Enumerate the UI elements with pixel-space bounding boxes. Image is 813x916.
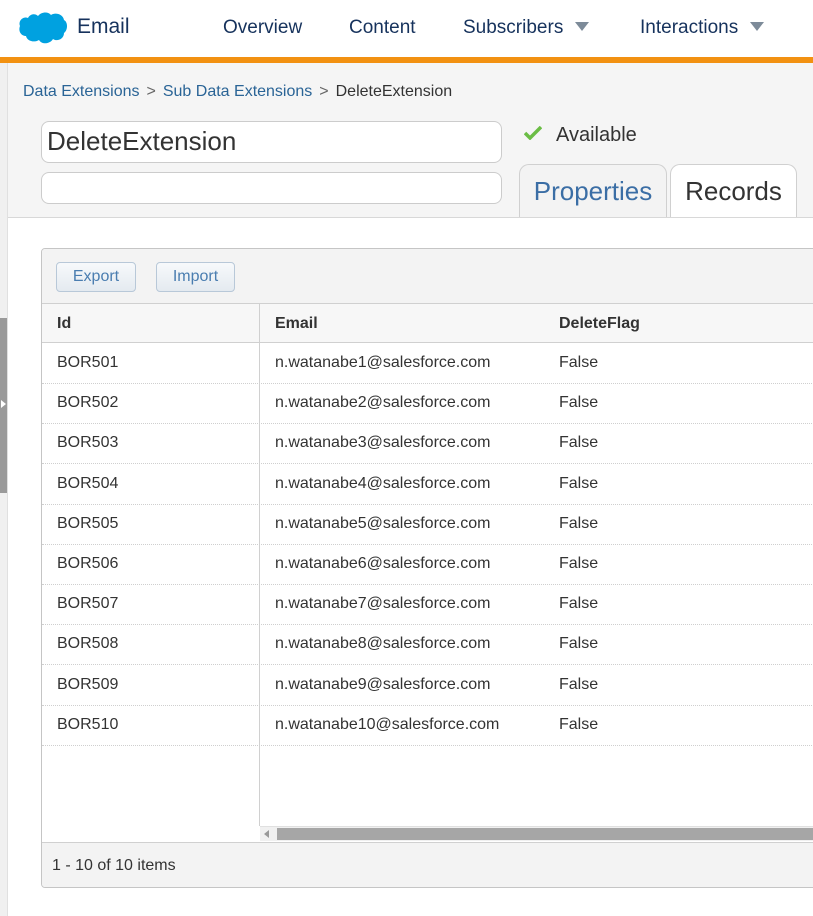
breadcrumb-separator: > [319, 83, 329, 100]
pager-summary: 1 - 10 of 10 items [52, 857, 176, 874]
tab-records[interactable]: Records [670, 164, 797, 218]
cell-id: BOR509 [57, 675, 119, 693]
cell-id: BOR506 [57, 555, 119, 572]
breadcrumb-separator: > [146, 83, 156, 100]
header-divider [8, 217, 813, 218]
export-button[interactable]: Export [56, 262, 136, 292]
cell-deleteflag: False [559, 354, 599, 371]
cell-email: n.watanabe5@salesforce.com [275, 514, 491, 532]
column-divider [259, 304, 260, 826]
cell-deleteflag: False [559, 514, 599, 532]
cell-id: BOR510 [57, 715, 119, 733]
table-row[interactable]: BOR506 n.watanabe6@salesforce.com False [42, 545, 813, 585]
cell-email: n.watanabe4@salesforce.com [275, 474, 491, 492]
cell-deleteflag: False [559, 474, 599, 492]
table-row[interactable]: BOR501 n.watanabe1@salesforce.com False [42, 344, 813, 384]
cell-deleteflag: False [559, 715, 599, 733]
table-row[interactable]: BOR509 n.watanabe9@salesforce.com False [42, 666, 813, 706]
breadcrumb-sub-data-extensions[interactable]: Sub Data Extensions [163, 83, 312, 100]
import-button[interactable]: Import [156, 262, 235, 292]
nav-interactions-label: Interactions [640, 17, 739, 38]
cell-id: BOR502 [57, 394, 119, 412]
nav-subscribers[interactable]: Subscribers [463, 17, 590, 39]
status-text: Available [556, 124, 637, 146]
status-indicator: Available [524, 124, 637, 147]
table-row[interactable]: BOR507 n.watanabe7@salesforce.com False [42, 585, 813, 626]
expand-arrow-icon [1, 400, 6, 408]
top-navigation: Email Overview Content Subscribers Inter… [0, 0, 813, 63]
column-header-deleteflag[interactable]: DeleteFlag [559, 315, 640, 333]
cell-email: n.watanabe2@salesforce.com [275, 394, 491, 412]
cell-deleteflag: False [559, 394, 599, 412]
grid-toolbar: Export Import [42, 249, 813, 304]
nav-subscribers-label: Subscribers [463, 17, 564, 38]
column-header-id[interactable]: Id [57, 315, 71, 333]
cell-deleteflag: False [559, 555, 599, 572]
cell-id: BOR505 [57, 514, 119, 532]
scrollbar-thumb[interactable] [277, 828, 813, 840]
breadcrumb-data-extensions[interactable]: Data Extensions [23, 83, 140, 100]
cell-email: n.watanabe6@salesforce.com [275, 555, 491, 572]
cell-deleteflag: False [559, 635, 599, 653]
salesforce-cloud-icon[interactable] [18, 11, 68, 45]
breadcrumb: Data Extensions > Sub Data Extensions > Dele… [23, 83, 452, 101]
table-header: Id Email DeleteFlag [42, 304, 813, 343]
extension-description-field[interactable] [41, 172, 502, 204]
grid-footer: 1 - 10 of 10 items [42, 842, 813, 887]
scroll-left-icon[interactable] [264, 830, 269, 838]
column-header-email[interactable]: Email [275, 315, 318, 333]
cell-deleteflag: False [559, 434, 599, 452]
sidebar-toggle-handle[interactable] [0, 318, 7, 493]
table-row[interactable]: BOR504 n.watanabe4@salesforce.com False [42, 465, 813, 505]
chevron-down-icon [575, 22, 590, 31]
nav-content[interactable]: Content [349, 17, 416, 39]
cell-id: BOR508 [57, 635, 119, 653]
records-grid: Export Import Id Email DeleteFlag BOR501… [41, 248, 813, 888]
table-row[interactable]: BOR510 n.watanabe10@salesforce.com False [42, 706, 813, 746]
cell-email: n.watanabe1@salesforce.com [275, 354, 491, 371]
table-row[interactable]: BOR503 n.watanabe3@salesforce.com False [42, 424, 813, 465]
cell-deleteflag: False [559, 595, 599, 613]
cell-deleteflag: False [559, 675, 599, 693]
cell-email: n.watanabe7@salesforce.com [275, 595, 491, 613]
table-row[interactable]: BOR508 n.watanabe8@salesforce.com False [42, 625, 813, 666]
cell-email: n.watanabe3@salesforce.com [275, 434, 491, 452]
cell-id: BOR504 [57, 474, 119, 492]
brand-title[interactable]: Email [77, 15, 130, 39]
horizontal-scrollbar[interactable] [260, 826, 813, 841]
cell-email: n.watanabe9@salesforce.com [275, 675, 491, 693]
cell-id: BOR503 [57, 434, 119, 452]
cell-id: BOR501 [57, 354, 119, 371]
table-row[interactable]: BOR505 n.watanabe5@salesforce.com False [42, 505, 813, 545]
chevron-down-icon [750, 22, 765, 31]
check-icon [524, 126, 542, 140]
nav-overview[interactable]: Overview [223, 17, 302, 39]
breadcrumb-current: DeleteExtension [335, 83, 453, 100]
cell-email: n.watanabe10@salesforce.com [275, 715, 500, 733]
extension-name-field[interactable]: DeleteExtension [41, 121, 502, 163]
cell-email: n.watanabe8@salesforce.com [275, 635, 491, 653]
nav-interactions[interactable]: Interactions [640, 17, 765, 39]
cell-id: BOR507 [57, 595, 119, 613]
tab-properties[interactable]: Properties [519, 164, 667, 218]
table-row[interactable]: BOR502 n.watanabe2@salesforce.com False [42, 384, 813, 425]
